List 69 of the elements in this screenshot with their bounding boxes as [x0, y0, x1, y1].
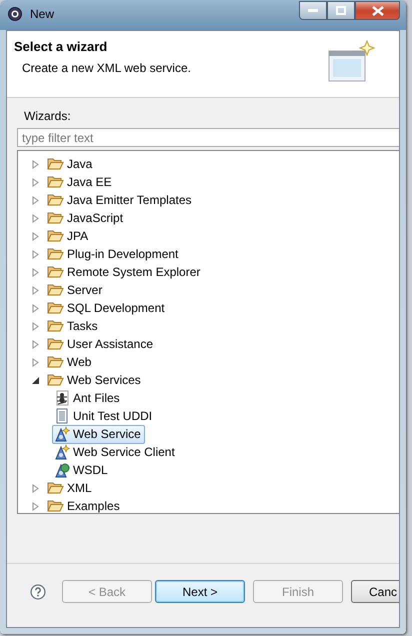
- tree-item[interactable]: WSDL: [52, 460, 112, 480]
- tree-item[interactable]: Web: [45, 352, 96, 372]
- tree-item[interactable]: XML: [45, 478, 96, 498]
- folder-icon: [47, 283, 64, 297]
- expand-arrow-icon[interactable]: [32, 178, 40, 186]
- wizard-description: Create a new XML web service.: [22, 61, 192, 75]
- tree-item[interactable]: Server: [45, 280, 106, 300]
- tree-item[interactable]: Java EE: [45, 172, 116, 192]
- minimize-button[interactable]: [299, 1, 327, 20]
- expand-arrow-icon[interactable]: [32, 160, 40, 168]
- wizard-title: Select a wizard: [14, 39, 108, 54]
- folder-icon: [47, 355, 64, 369]
- wizards-label: Wizards:: [24, 109, 72, 123]
- minimize-icon: [308, 8, 318, 12]
- filter-field[interactable]: type filter text: [17, 128, 399, 147]
- folder-icon: [47, 211, 64, 225]
- wizard-button[interactable]: Next >: [155, 580, 245, 603]
- folder-icon: [47, 373, 64, 387]
- tree-item[interactable]: JavaScript: [45, 208, 128, 228]
- app-icon: [7, 6, 23, 22]
- expand-arrow-icon[interactable]: [32, 304, 40, 312]
- document-icon: [54, 408, 70, 424]
- expand-arrow-icon[interactable]: [32, 484, 40, 492]
- close-icon: [372, 6, 384, 16]
- folder-icon: [47, 499, 64, 513]
- expand-arrow-icon[interactable]: [32, 340, 40, 348]
- tree-item[interactable]: Web Service: [52, 424, 145, 444]
- wizard-button[interactable]: Canc: [351, 580, 399, 603]
- tree-item[interactable]: Web Services: [45, 370, 145, 390]
- folder-icon: [47, 229, 64, 243]
- expand-arrow-icon[interactable]: [32, 322, 40, 330]
- ant-icon: [54, 390, 70, 406]
- folder-icon: [47, 481, 64, 495]
- folder-icon: [47, 157, 64, 171]
- folder-icon: [47, 175, 64, 189]
- folder-icon: [47, 337, 64, 351]
- expand-arrow-icon[interactable]: [32, 286, 40, 294]
- web-service-icon: [54, 444, 70, 460]
- tree-item[interactable]: Java: [45, 154, 96, 174]
- maximize-button[interactable]: [327, 1, 355, 20]
- tree-item[interactable]: Examples: [45, 496, 124, 513]
- folder-icon: [47, 301, 64, 315]
- expand-arrow-icon[interactable]: [32, 268, 40, 276]
- tree-item[interactable]: JPA: [45, 226, 92, 246]
- expand-arrow-icon[interactable]: [32, 250, 40, 258]
- tree-item[interactable]: Ant Files: [52, 388, 124, 408]
- window-title: New: [30, 6, 54, 22]
- expand-arrow-icon[interactable]: [32, 502, 40, 510]
- web-service-icon: [54, 426, 70, 442]
- folder-icon: [47, 319, 64, 333]
- maximize-icon: [336, 6, 346, 15]
- tree-item[interactable]: Unit Test UDDI: [52, 406, 156, 426]
- expand-arrow-icon[interactable]: [32, 214, 40, 222]
- close-button[interactable]: [355, 1, 400, 20]
- tree-item[interactable]: Remote System Explorer: [45, 262, 204, 282]
- collapse-arrow-icon[interactable]: [32, 376, 40, 384]
- tree-item[interactable]: Web Service Client: [52, 442, 179, 462]
- web-service-icon: [54, 462, 70, 478]
- tree-item[interactable]: Tasks: [45, 316, 102, 336]
- expand-arrow-icon[interactable]: [32, 232, 40, 240]
- folder-icon: [47, 193, 64, 207]
- expand-arrow-icon[interactable]: [32, 358, 40, 366]
- tree-item[interactable]: Plug-in Development: [45, 244, 182, 264]
- tree-item[interactable]: Java Emitter Templates: [45, 190, 196, 210]
- tree-item[interactable]: User Assistance: [45, 334, 158, 354]
- tree-item[interactable]: SQL Development: [45, 298, 169, 318]
- folder-icon: [47, 247, 64, 261]
- folder-icon: [47, 265, 64, 279]
- expand-arrow-icon[interactable]: [32, 196, 40, 204]
